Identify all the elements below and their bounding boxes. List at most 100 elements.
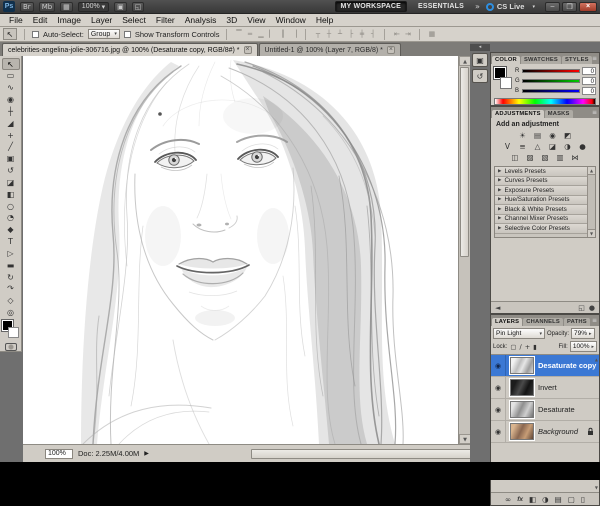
expanded-view-icon[interactable]: ◱: [578, 304, 585, 312]
close-button[interactable]: ×: [579, 2, 597, 12]
expand-arrow-icon[interactable]: ▶: [498, 207, 501, 212]
list-item[interactable]: ▶Channel Mixer Presets: [495, 215, 587, 225]
menu-select[interactable]: Select: [117, 15, 151, 25]
zoom-tool[interactable]: ◎: [2, 307, 20, 319]
layer-thumbnail[interactable]: [510, 357, 534, 374]
document-canvas[interactable]: [23, 56, 458, 444]
hand-tool[interactable]: ◇: [2, 295, 20, 307]
align-vcenter-icon[interactable]: ═: [245, 30, 254, 38]
shape-tool[interactable]: ▬: [2, 259, 20, 271]
eraser-tool[interactable]: ◪: [2, 176, 20, 188]
close-tab-icon[interactable]: ×: [244, 46, 252, 54]
tab-layers[interactable]: LAYERS: [492, 318, 522, 326]
gradient-map-icon[interactable]: ▥: [555, 153, 566, 162]
list-item[interactable]: ▶Curves Presets: [495, 177, 587, 187]
return-to-adjustment-list-icon[interactable]: ◄: [495, 304, 500, 312]
distribute-left-icon[interactable]: ├: [346, 30, 355, 38]
gradient-tool[interactable]: ◧: [2, 188, 20, 200]
photo-filter-icon[interactable]: ◑: [562, 142, 573, 151]
scroll-down-icon[interactable]: ▼: [595, 485, 598, 490]
menu-edit[interactable]: Edit: [28, 15, 53, 25]
vibrance-icon[interactable]: V: [502, 142, 513, 151]
lock-position-icon[interactable]: +: [525, 343, 530, 351]
color-spectrum-ramp[interactable]: [494, 98, 596, 105]
green-slider[interactable]: [522, 79, 580, 83]
zoom-level-dropdown[interactable]: 100% ▾: [78, 2, 109, 12]
menu-image[interactable]: Image: [52, 15, 86, 25]
menu-view[interactable]: View: [242, 15, 270, 25]
expand-dock-icon[interactable]: ◂: [470, 44, 490, 51]
red-value-field[interactable]: 0: [582, 67, 596, 75]
align-hcenter-icon[interactable]: ║: [278, 30, 287, 38]
tab-styles[interactable]: STYLES: [562, 56, 592, 64]
visibility-eye-icon[interactable]: ◉: [491, 399, 506, 420]
auto-align-layers-icon[interactable]: ▦: [427, 30, 436, 38]
3d-rotate-tool[interactable]: ↻: [2, 271, 20, 283]
menu-file[interactable]: File: [4, 15, 28, 25]
cs-live-button[interactable]: CS Live ▾: [486, 2, 535, 11]
tab-masks[interactable]: MASKS: [545, 110, 573, 118]
mini-bridge-panel-icon[interactable]: ▣: [472, 53, 488, 67]
align-right-icon[interactable]: ▕: [289, 30, 298, 38]
expand-arrow-icon[interactable]: ▶: [498, 216, 501, 221]
brush-tool[interactable]: ╱: [2, 141, 20, 153]
tab-channels[interactable]: CHANNELS: [523, 318, 563, 326]
lock-pixels-icon[interactable]: ∕: [520, 343, 522, 351]
adjustment-layer-icon[interactable]: ◑: [542, 495, 549, 504]
list-item[interactable]: ▶Exposure Presets: [495, 186, 587, 196]
healing-brush-tool[interactable]: +: [2, 129, 20, 141]
list-item[interactable]: ▶Black & White Presets: [495, 205, 587, 215]
levels-icon[interactable]: ▤: [532, 131, 543, 140]
channel-mixer-icon[interactable]: ●: [577, 142, 588, 151]
marquee-tool[interactable]: ▭: [2, 70, 20, 82]
layer-name[interactable]: Invert: [538, 383, 557, 392]
link-layers-icon[interactable]: ∞: [505, 495, 511, 504]
selective-color-icon[interactable]: ⋈: [570, 153, 581, 162]
background-color-swatch[interactable]: [8, 327, 19, 338]
expand-arrow-icon[interactable]: ▶: [498, 226, 501, 231]
zoom-percent-field[interactable]: 100%: [45, 449, 73, 459]
menu-analysis[interactable]: Analysis: [180, 15, 222, 25]
layer-row-desaturate[interactable]: ◉ Desaturate: [491, 399, 599, 421]
panel-menu-icon[interactable]: ≡: [592, 55, 597, 62]
panel-menu-icon[interactable]: ≡: [592, 317, 597, 324]
visibility-eye-icon[interactable]: ◉: [491, 421, 506, 442]
current-tool-icon[interactable]: ↖: [3, 28, 17, 40]
layer-row-invert[interactable]: ◉ Invert: [491, 377, 599, 399]
vertical-scrollbar[interactable]: ▲ ▼: [458, 56, 470, 444]
move-tool[interactable]: ↖: [2, 58, 20, 70]
layer-thumbnail[interactable]: [510, 401, 534, 418]
3d-roll-tool[interactable]: ↷: [2, 283, 20, 295]
layer-row-background[interactable]: ◉ Background: [491, 421, 599, 443]
distribute-top-icon[interactable]: ┬: [313, 30, 322, 38]
layer-group-icon[interactable]: ▤: [555, 495, 562, 504]
tab-color[interactable]: COLOR: [492, 56, 520, 64]
quick-selection-tool[interactable]: ◉: [2, 94, 20, 106]
red-slider[interactable]: [522, 69, 580, 73]
visibility-eye-icon[interactable]: ◉: [491, 377, 506, 398]
vertical-scroll-thumb[interactable]: [460, 67, 469, 257]
restore-button[interactable]: ❒: [562, 2, 577, 12]
align-bottom-icon[interactable]: ▁: [256, 30, 265, 38]
clip-to-layer-icon[interactable]: ●: [589, 304, 595, 312]
lock-transparency-icon[interactable]: ▢: [510, 343, 516, 351]
menu-window[interactable]: Window: [271, 15, 311, 25]
minimize-button[interactable]: –: [545, 2, 560, 12]
exposure-icon[interactable]: ◩: [562, 131, 573, 140]
show-transform-checkbox[interactable]: [124, 31, 131, 38]
document-tab-inactive[interactable]: Untitled-1 @ 100% (Layer 7, RGB/8) * ×: [259, 43, 401, 56]
scroll-up-icon[interactable]: ▲: [588, 167, 595, 175]
workspace-overflow-icon[interactable]: »: [475, 2, 480, 11]
menu-3d[interactable]: 3D: [221, 15, 242, 25]
tab-adjustments[interactable]: ADJUSTMENTS: [492, 110, 544, 118]
distribute-hspace-icon[interactable]: ⇤: [392, 30, 401, 38]
menu-filter[interactable]: Filter: [151, 15, 180, 25]
brightness-contrast-icon[interactable]: ☀: [517, 131, 528, 140]
blend-mode-dropdown[interactable]: Pin Light▾: [493, 328, 545, 339]
quick-mask-button[interactable]: [5, 343, 17, 351]
layer-row-desaturate-copy[interactable]: ◉ Desaturate copy: [491, 355, 599, 377]
screen-mode-icon[interactable]: ◱: [132, 2, 145, 12]
layer-thumbnail[interactable]: [510, 423, 534, 440]
horizontal-scroll-thumb[interactable]: [251, 449, 479, 459]
auto-select-checkbox[interactable]: [32, 31, 39, 38]
